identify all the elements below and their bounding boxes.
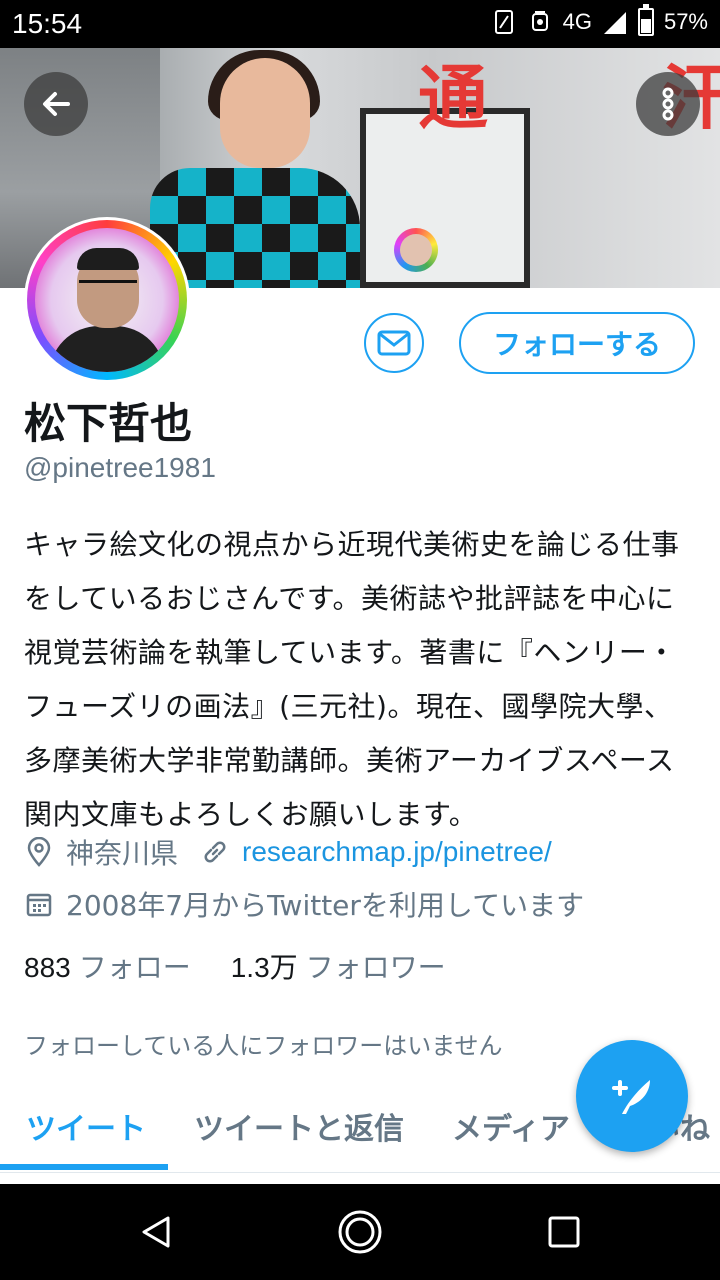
battery-percent: 57% (663, 9, 708, 34)
following-label: フォロー (78, 951, 191, 984)
avatar[interactable] (24, 217, 190, 383)
profile-joined-row: 2008年7月からTwitterを利用しています (24, 884, 584, 924)
link-icon (200, 837, 230, 867)
status-icons: 4G 57% (491, 4, 708, 36)
followers-label: フォロワー (305, 951, 446, 984)
banner-sign-text: 通 (418, 57, 488, 139)
profile-website-link[interactable]: researchmap.jp/pinetree/ (242, 836, 552, 868)
tab-tweets-and-replies[interactable]: ツイートと返信 (194, 1104, 404, 1148)
followers-count: 1.3万 (230, 952, 298, 983)
arrow-left-icon (43, 92, 70, 116)
more-options-button[interactable] (636, 72, 700, 136)
signal-icon (603, 12, 626, 34)
alarm-icon (531, 11, 548, 31)
calendar-icon (24, 889, 54, 919)
followers-stat[interactable]: 1.3万 フォロワー (231, 946, 446, 986)
nav-home-button[interactable] (336, 1208, 384, 1256)
status-time: 15:54 (12, 8, 83, 39)
network-type: 4G (562, 9, 592, 34)
profile-location: 神奈川県 (66, 837, 179, 870)
triangle-back-icon (142, 1216, 170, 1248)
active-tab-indicator (0, 1164, 168, 1170)
system-nav-bar (0, 1184, 720, 1280)
envelope-icon (377, 330, 411, 356)
screen-rotate-icon (494, 10, 513, 34)
location-pin-icon (24, 837, 54, 867)
profile-meta-row: 神奈川県 researchmap.jp/pinetree/ (24, 832, 552, 872)
battery-icon (637, 4, 654, 36)
profile-handle: @pinetree1981 (24, 452, 216, 483)
following-stat[interactable]: 883 フォロー (24, 946, 191, 986)
profile-bio: キャラ絵文化の視点から近現代美術史を論じる仕事をしているおじさんです。美術誌や批… (24, 528, 680, 831)
compose-tweet-button[interactable] (576, 1040, 688, 1152)
followed-by-text: フォローしている人にフォロワーはいません (24, 1032, 503, 1060)
tab-tweets[interactable]: ツイート (26, 1104, 146, 1148)
nav-recents-button[interactable] (540, 1208, 588, 1256)
message-button[interactable] (364, 313, 424, 373)
square-recents-icon (548, 1216, 580, 1248)
status-bar: 15:54 4G 57% (0, 0, 720, 48)
banner-person (150, 50, 360, 288)
compose-feather-icon (612, 1080, 650, 1114)
profile-joined: 2008年7月からTwitterを利用しています (66, 889, 585, 922)
nav-back-button[interactable] (132, 1208, 180, 1256)
tab-media[interactable]: メディア (452, 1104, 570, 1148)
back-button[interactable] (24, 72, 88, 136)
circle-home-icon (338, 1210, 382, 1254)
following-count: 883 (24, 952, 71, 983)
profile-name: 松下哲也 (24, 399, 193, 448)
follow-counts: 883 フォロー 1.3万 フォロワー (24, 946, 446, 986)
follow-button[interactable]: フォローする (459, 312, 695, 374)
more-vertical-icon (662, 87, 674, 121)
avatar-image (35, 228, 179, 372)
banner-mini-avatar (394, 228, 438, 272)
